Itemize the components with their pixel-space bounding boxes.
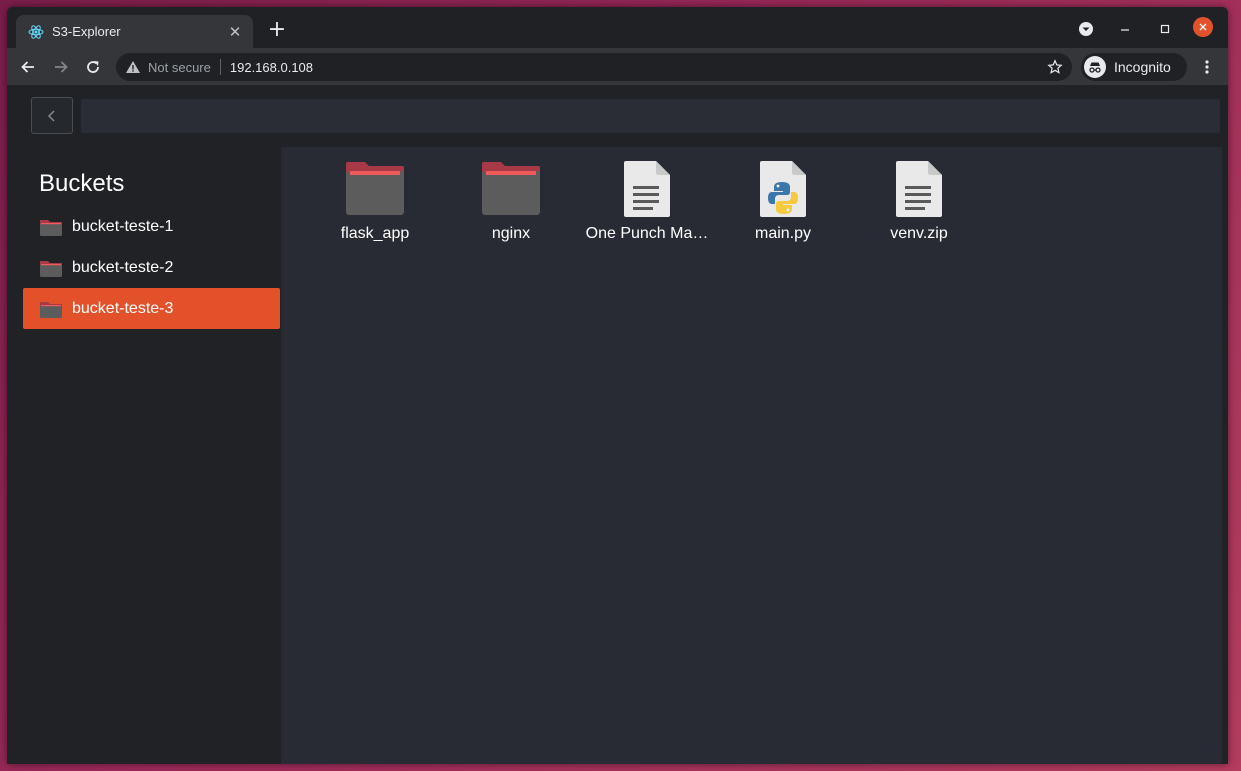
tab-title: S3-Explorer xyxy=(52,24,121,39)
browser-tab[interactable]: S3-Explorer ✕ xyxy=(16,15,253,48)
incognito-label: Incognito xyxy=(1114,59,1171,75)
maximize-icon xyxy=(1160,24,1170,34)
file-item-one-punch[interactable]: One Punch Ma… xyxy=(579,159,715,249)
sidebar-item-label: bucket-teste-2 xyxy=(72,258,174,276)
star-icon[interactable] xyxy=(1046,58,1064,76)
folder-icon xyxy=(39,258,63,278)
app-header xyxy=(7,85,1228,147)
omnibox-divider xyxy=(219,59,221,75)
s3-explorer-app: Buckets bucket-teste-1 bucket-teste-2 bu… xyxy=(7,85,1228,764)
chevron-down-icon xyxy=(1079,22,1093,36)
more-vert-icon xyxy=(1205,60,1209,74)
file-grid: flask_app nginx One Punch Ma… main.py ve… xyxy=(281,147,1228,764)
browser-menu-button[interactable] xyxy=(1197,57,1217,77)
incognito-icon xyxy=(1084,56,1106,78)
forward-nav-button[interactable] xyxy=(48,54,74,80)
reload-icon xyxy=(87,61,99,73)
react-icon xyxy=(28,24,44,40)
reload-button[interactable] xyxy=(80,54,106,80)
close-icon[interactable]: ✕ xyxy=(227,23,243,41)
arrow-right-icon xyxy=(55,61,68,73)
folder-icon xyxy=(481,159,541,219)
incognito-badge[interactable]: Incognito xyxy=(1081,53,1187,81)
address-bar[interactable]: Not secure 192.168.0.108 xyxy=(116,53,1072,81)
minimize-button[interactable] xyxy=(1114,18,1136,40)
python-file-icon xyxy=(753,159,813,219)
security-label[interactable]: Not secure xyxy=(148,60,211,75)
browser-toolbar: Not secure 192.168.0.108 Incognito xyxy=(7,48,1228,85)
chevron-left-icon xyxy=(48,110,55,121)
new-tab-button[interactable]: + xyxy=(265,19,289,43)
buckets-sidebar: Buckets bucket-teste-1 bucket-teste-2 bu… xyxy=(7,147,281,764)
scrollbar[interactable] xyxy=(1222,147,1228,764)
sidebar-item-bucket-teste-1[interactable]: bucket-teste-1 xyxy=(23,206,280,247)
folder-icon xyxy=(345,159,405,219)
sidebar-item-label: bucket-teste-3 xyxy=(72,299,174,317)
file-item-venv-zip[interactable]: venv.zip xyxy=(851,159,987,249)
sidebar-title: Buckets xyxy=(39,170,125,197)
file-name: One Punch Ma… xyxy=(585,225,709,242)
file-item-main-py[interactable]: main.py xyxy=(715,159,851,249)
file-name: flask_app xyxy=(340,225,410,242)
back-nav-button[interactable] xyxy=(15,54,41,80)
folder-icon xyxy=(39,217,63,237)
path-input[interactable] xyxy=(81,99,1220,133)
sidebar-item-bucket-teste-2[interactable]: bucket-teste-2 xyxy=(23,247,280,288)
document-icon xyxy=(617,159,677,219)
window-close-button[interactable] xyxy=(1193,17,1213,37)
file-name: main.py xyxy=(754,225,812,242)
back-button[interactable] xyxy=(31,97,73,134)
browser-window: S3-Explorer ✕ + Not secure 192.168.0.108… xyxy=(7,7,1228,764)
file-item-flask-app[interactable]: flask_app xyxy=(307,159,443,249)
sidebar-item-label: bucket-teste-1 xyxy=(72,217,174,235)
maximize-button[interactable] xyxy=(1154,18,1176,40)
sidebar-item-bucket-teste-3[interactable]: bucket-teste-3 xyxy=(23,288,280,329)
tab-strip: S3-Explorer ✕ + xyxy=(7,7,1228,48)
url-text[interactable]: 192.168.0.108 xyxy=(230,60,313,75)
warning-icon xyxy=(125,59,141,75)
file-name: venv.zip xyxy=(890,225,948,242)
folder-icon xyxy=(39,299,63,319)
minimize-icon xyxy=(1121,29,1129,31)
tab-search-button[interactable] xyxy=(1075,18,1097,40)
arrow-left-icon xyxy=(21,61,34,73)
document-icon xyxy=(889,159,949,219)
file-name: nginx xyxy=(491,225,531,242)
close-icon xyxy=(1199,23,1207,31)
file-item-nginx[interactable]: nginx xyxy=(443,159,579,249)
